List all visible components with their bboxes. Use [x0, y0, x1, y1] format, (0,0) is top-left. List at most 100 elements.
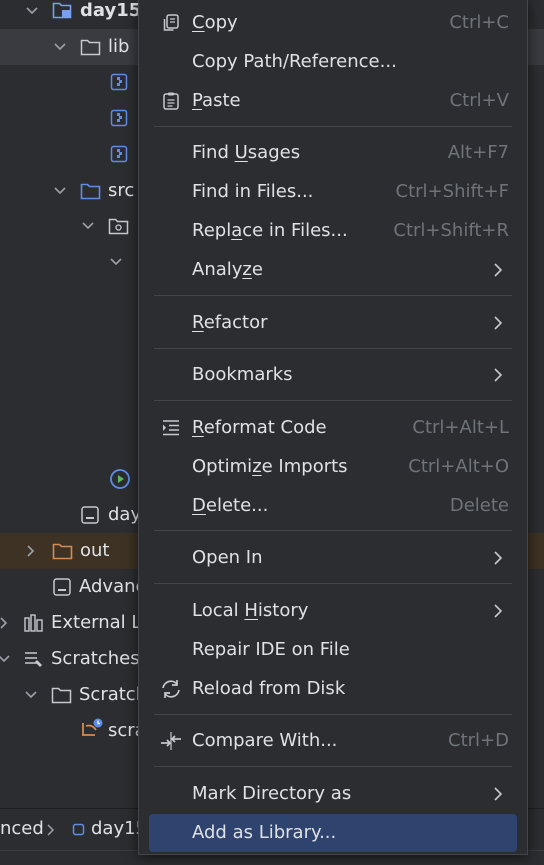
menu-label-compare-with: Compare With...	[192, 730, 338, 751]
menu-label-analyze: Analyze	[192, 259, 263, 280]
menu-item-analyze[interactable]: Analyze	[149, 251, 517, 289]
reformat-icon	[163, 420, 179, 436]
chevron-right-icon	[494, 551, 503, 565]
breadcrumb-separator-icon	[47, 824, 55, 836]
folder-icon	[80, 39, 101, 56]
menu-label-local-history: Local History	[192, 600, 309, 621]
tree-label-advanced: Advanc	[79, 576, 146, 597]
library-icon	[24, 614, 43, 632]
menu-separator	[154, 126, 512, 127]
chevron-down-icon[interactable]	[81, 219, 95, 233]
menu-item-repair-ide[interactable]: Repair IDE on File	[149, 631, 517, 669]
excluded-folder-icon	[52, 543, 73, 560]
menu-label-repair-ide: Repair IDE on File	[192, 639, 350, 660]
menu-shortcut-delete: Delete	[449, 495, 509, 516]
chevron-right-icon[interactable]	[24, 544, 38, 558]
menu-shortcut-replace-in-files: Ctrl+Shift+R	[393, 220, 509, 241]
module-file-icon	[53, 578, 71, 596]
menu-item-find-in-files[interactable]: Find in Files... Ctrl+Shift+F	[149, 173, 517, 211]
chevron-down-icon[interactable]	[24, 688, 38, 702]
tree-label-out: out	[80, 540, 110, 561]
menu-separator	[154, 766, 512, 767]
menu-label-delete: Delete...	[192, 495, 269, 516]
module-file-icon	[81, 506, 99, 524]
chevron-right-icon	[494, 263, 503, 277]
menu-label-add-as-library: Add as Library...	[192, 822, 337, 843]
menu-shortcut-find-usages: Alt+F7	[447, 142, 509, 163]
source-folder-icon	[80, 183, 101, 200]
module-folder-icon	[52, 2, 72, 19]
menu-label-replace-in-files: Replace in Files...	[192, 220, 348, 241]
menu-item-reload-from-disk[interactable]: Reload from Disk	[149, 670, 517, 708]
chevron-right-icon	[494, 316, 503, 330]
runnable-class-icon	[110, 469, 130, 489]
module-icon	[72, 823, 85, 836]
breadcrumb-project[interactable]: nced	[0, 818, 44, 839]
menu-separator	[154, 714, 512, 715]
menu-item-bookmarks[interactable]: Bookmarks	[149, 356, 517, 394]
menu-label-open-in: Open In	[192, 547, 263, 568]
menu-separator	[154, 400, 512, 401]
menu-label-copy-path: Copy Path/Reference...	[192, 51, 397, 72]
context-menu: Copy Ctrl+C Copy Path/Reference... Paste…	[138, 0, 528, 855]
chevron-down-icon[interactable]	[0, 652, 11, 666]
menu-separator	[154, 530, 512, 531]
chevron-right-icon	[494, 368, 503, 382]
menu-item-refactor[interactable]: Refactor	[149, 304, 517, 342]
chevron-down-icon[interactable]	[25, 4, 39, 18]
chevron-down-icon[interactable]	[53, 40, 67, 54]
compare-icon	[161, 732, 181, 750]
menu-item-reformat-code[interactable]: Reformat Code Ctrl+Alt+L	[149, 409, 517, 447]
chevron-right-icon	[494, 787, 503, 801]
menu-shortcut-copy: Ctrl+C	[449, 12, 509, 33]
tree-label-scratches-folder: Scratch	[79, 684, 148, 705]
scratch-file-icon	[82, 718, 103, 736]
menu-separator	[154, 583, 512, 584]
menu-item-optimize-imports[interactable]: Optimize Imports Ctrl+Alt+O	[149, 448, 517, 486]
jar-file-icon	[110, 109, 128, 127]
tree-label-external-libraries: External Li	[51, 612, 147, 633]
menu-item-copy[interactable]: Copy Ctrl+C	[149, 4, 517, 42]
chevron-down-icon[interactable]	[109, 255, 123, 269]
tree-label-lib: lib	[108, 36, 130, 57]
menu-label-find-usages: Find Usages	[192, 142, 301, 163]
menu-label-reload-from-disk: Reload from Disk	[192, 678, 346, 699]
menu-item-paste[interactable]: Paste Ctrl+V	[149, 82, 517, 120]
menu-label-bookmarks: Bookmarks	[192, 364, 293, 385]
package-icon	[108, 218, 129, 235]
chevron-down-icon[interactable]	[53, 184, 67, 198]
jar-file-icon	[110, 73, 128, 91]
menu-shortcut-find-in-files: Ctrl+Shift+F	[395, 181, 509, 202]
menu-label-copy: Copy	[192, 12, 238, 33]
menu-item-open-in[interactable]: Open In	[149, 539, 517, 577]
menu-label-find-in-files: Find in Files...	[192, 181, 314, 202]
menu-item-local-history[interactable]: Local History	[149, 592, 517, 630]
chevron-right-icon[interactable]	[0, 616, 11, 630]
tree-label-day15: day15	[80, 0, 142, 21]
jar-file-icon	[110, 145, 128, 163]
menu-shortcut-paste: Ctrl+V	[449, 90, 509, 111]
menu-item-compare-with[interactable]: Compare With... Ctrl+D	[149, 722, 517, 760]
menu-item-copy-path[interactable]: Copy Path/Reference...	[149, 43, 517, 81]
paste-icon	[163, 92, 179, 110]
menu-item-find-usages[interactable]: Find Usages Alt+F7	[149, 134, 517, 172]
tree-label-day: day	[108, 504, 142, 525]
menu-shortcut-reformat-code: Ctrl+Alt+L	[412, 417, 509, 438]
folder-icon	[51, 687, 72, 704]
menu-item-mark-directory-as[interactable]: Mark Directory as	[149, 775, 517, 813]
menu-label-reformat-code: Reformat Code	[192, 417, 327, 438]
tree-label-scratches: Scratches	[51, 648, 140, 669]
menu-item-add-as-library[interactable]: Add as Library...	[149, 814, 517, 852]
tree-label-src: src	[108, 180, 135, 201]
menu-item-delete[interactable]: Delete... Delete	[149, 487, 517, 525]
menu-shortcut-compare-with: Ctrl+D	[448, 730, 509, 751]
menu-item-replace-in-files[interactable]: Replace in Files... Ctrl+Shift+R	[149, 212, 517, 250]
menu-label-mark-directory-as: Mark Directory as	[192, 783, 352, 804]
menu-shortcut-optimize-imports: Ctrl+Alt+O	[408, 456, 509, 477]
menu-label-optimize-imports: Optimize Imports	[192, 456, 348, 477]
copy-icon	[163, 14, 179, 31]
menu-label-refactor: Refactor	[192, 312, 268, 333]
chevron-right-icon	[494, 604, 503, 618]
scratches-icon	[25, 652, 42, 667]
menu-separator	[154, 295, 512, 296]
